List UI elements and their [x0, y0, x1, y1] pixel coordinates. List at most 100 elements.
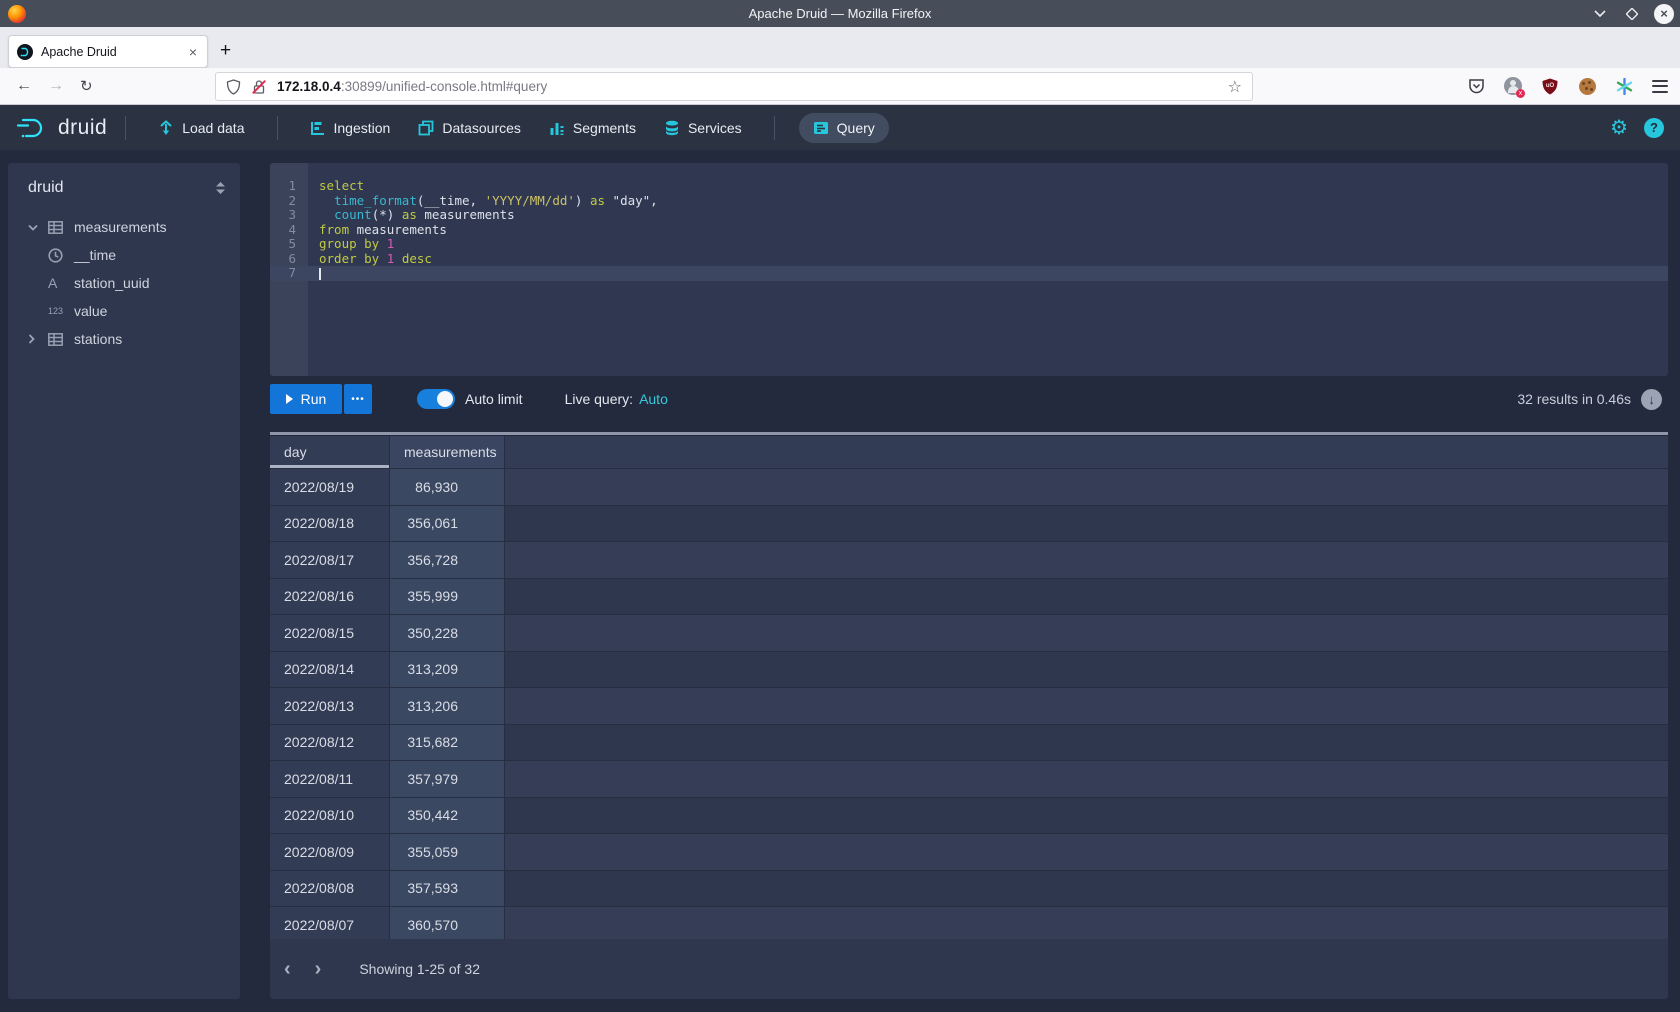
url-text: 172.18.0.4:30899/unified-console.html#qu… — [277, 79, 547, 94]
browser-tab[interactable]: Apache Druid × — [8, 35, 208, 68]
table-row[interactable]: 2022/08/09 355,059 — [270, 834, 1668, 871]
table-row[interactable]: 2022/08/19 86,930 — [270, 469, 1668, 506]
cell-measurements[interactable]: 356,061 — [390, 506, 505, 542]
cell-measurements[interactable]: 355,059 — [390, 834, 505, 870]
run-more-button[interactable]: ••• — [344, 384, 372, 414]
run-button[interactable]: Run — [270, 384, 342, 414]
cookie-icon[interactable] — [1578, 77, 1596, 95]
auto-limit-toggle[interactable] — [417, 389, 455, 409]
nav-load-data[interactable]: Load data — [144, 105, 258, 150]
cell-measurements[interactable]: 357,979 — [390, 761, 505, 797]
cell-day[interactable]: 2022/08/07 — [270, 907, 390, 939]
tree-item-stations[interactable]: stations — [8, 325, 240, 353]
table-row[interactable]: 2022/08/15 350,228 — [270, 615, 1668, 652]
download-icon[interactable]: ↓ — [1641, 389, 1662, 410]
cell-day[interactable]: 2022/08/19 — [270, 469, 390, 505]
table-row[interactable]: 2022/08/11 357,979 — [270, 761, 1668, 798]
table-row[interactable]: 2022/08/13 313,206 — [270, 688, 1668, 725]
cell-day[interactable]: 2022/08/11 — [270, 761, 390, 797]
table-row[interactable]: 2022/08/10 350,442 — [270, 798, 1668, 835]
cell-measurements[interactable]: 360,570 — [390, 907, 505, 939]
cell-measurements[interactable]: 357,593 — [390, 871, 505, 907]
table-row[interactable]: 2022/08/16 355,999 — [270, 579, 1668, 616]
reload-icon[interactable]: ↻ — [80, 77, 93, 95]
cell-day[interactable]: 2022/08/08 — [270, 871, 390, 907]
nav-datasources[interactable]: Datasources — [404, 105, 535, 150]
cell-day[interactable]: 2022/08/09 — [270, 834, 390, 870]
nav-ingestion[interactable]: Ingestion — [296, 105, 405, 150]
extension-asterisk-icon[interactable] — [1615, 77, 1633, 95]
chevron-down-icon[interactable] — [28, 224, 48, 231]
cell-measurements[interactable]: 313,209 — [390, 652, 505, 688]
table-scrollbar[interactable] — [270, 432, 1668, 435]
cell-measurements[interactable]: 350,442 — [390, 798, 505, 834]
tree-item-measurements[interactable]: measurements — [8, 213, 240, 241]
table-row[interactable]: 2022/08/07 360,570 — [270, 907, 1668, 939]
druid-logo[interactable]: druid — [16, 116, 107, 140]
nav-segments[interactable]: Segments — [535, 105, 650, 150]
cell-measurements[interactable]: 86,930 — [390, 469, 505, 505]
live-query-value[interactable]: Auto — [639, 391, 668, 407]
window-maximize-icon[interactable] — [1622, 4, 1642, 24]
prev-page-icon[interactable]: ‹ — [274, 958, 301, 981]
tree-item-value[interactable]: 123 value — [8, 297, 240, 325]
cell-measurements[interactable]: 315,682 — [390, 725, 505, 761]
bookmark-star-icon[interactable]: ☆ — [1228, 77, 1242, 97]
editor-line[interactable]: 1select — [270, 179, 1668, 194]
cell-day[interactable]: 2022/08/13 — [270, 688, 390, 724]
cell-day[interactable]: 2022/08/12 — [270, 725, 390, 761]
cell-day[interactable]: 2022/08/10 — [270, 798, 390, 834]
editor-line[interactable]: 6order by 1 desc — [270, 252, 1668, 267]
cell-day[interactable]: 2022/08/15 — [270, 615, 390, 651]
cell-measurements[interactable]: 313,206 — [390, 688, 505, 724]
table-row[interactable]: 2022/08/18 356,061 — [270, 506, 1668, 543]
tree-item-station-uuid[interactable]: A station_uuid — [8, 269, 240, 297]
tab-close-icon[interactable]: × — [187, 44, 199, 60]
cell-day[interactable]: 2022/08/17 — [270, 542, 390, 578]
window-close-icon[interactable]: × — [1654, 4, 1674, 24]
editor-line[interactable]: 4from measurements — [270, 223, 1668, 238]
cell-measurements[interactable]: 350,228 — [390, 615, 505, 651]
column-header-day[interactable]: day — [270, 436, 390, 468]
next-page-icon[interactable]: › — [305, 958, 332, 981]
forward-icon[interactable]: → — [48, 77, 64, 95]
column-header-measurements[interactable]: measurements — [390, 436, 505, 468]
settings-gear-icon[interactable]: ⚙ — [1610, 118, 1628, 138]
double-caret-icon[interactable] — [215, 181, 226, 195]
help-icon[interactable]: ? — [1644, 118, 1664, 138]
cell-measurements[interactable]: 356,728 — [390, 542, 505, 578]
pagination-bar: ‹ › Showing 1-25 of 32 — [270, 939, 1668, 999]
table-row[interactable]: 2022/08/12 315,682 — [270, 725, 1668, 762]
new-tab-button[interactable]: + — [220, 40, 231, 62]
datasource-select[interactable]: druid — [28, 179, 64, 197]
editor-line[interactable]: 7 — [270, 266, 1668, 281]
nav-query[interactable]: Query — [799, 113, 889, 143]
cell-day[interactable]: 2022/08/14 — [270, 652, 390, 688]
ublock-icon[interactable]: uO — [1541, 77, 1559, 95]
window-minimize-icon[interactable] — [1590, 4, 1610, 24]
chevron-right-icon[interactable] — [28, 334, 48, 344]
cell-filler — [505, 542, 1668, 578]
editor-line[interactable]: 3 count(*) as measurements — [270, 208, 1668, 223]
url-bar[interactable]: 172.18.0.4:30899/unified-console.html#qu… — [215, 72, 1253, 101]
table-header-row: day measurements — [270, 436, 1668, 469]
cell-measurements[interactable]: 355,999 — [390, 579, 505, 615]
pocket-icon[interactable] — [1467, 77, 1485, 95]
table-row[interactable]: 2022/08/14 313,209 — [270, 652, 1668, 689]
nav-services[interactable]: Services — [650, 105, 756, 150]
table-row[interactable]: 2022/08/08 357,593 — [270, 871, 1668, 908]
datasources-icon — [418, 120, 434, 136]
cell-day[interactable]: 2022/08/18 — [270, 506, 390, 542]
tree-item-time[interactable]: __time — [8, 241, 240, 269]
back-icon[interactable]: ← — [16, 77, 32, 95]
table-row[interactable]: 2022/08/17 356,728 — [270, 542, 1668, 579]
editor-line[interactable]: 5group by 1 — [270, 237, 1668, 252]
menu-icon[interactable] — [1652, 80, 1668, 93]
services-icon — [664, 120, 680, 136]
editor-line[interactable]: 2 time_format(__time, 'YYYY/MM/dd') as "… — [270, 194, 1668, 209]
sql-editor[interactable]: 1select2 time_format(__time, 'YYYY/MM/dd… — [270, 163, 1668, 376]
account-icon[interactable]: x — [1504, 77, 1522, 95]
cell-day[interactable]: 2022/08/16 — [270, 579, 390, 615]
shield-icon[interactable] — [226, 79, 241, 95]
insecure-lock-icon[interactable] — [251, 79, 267, 95]
